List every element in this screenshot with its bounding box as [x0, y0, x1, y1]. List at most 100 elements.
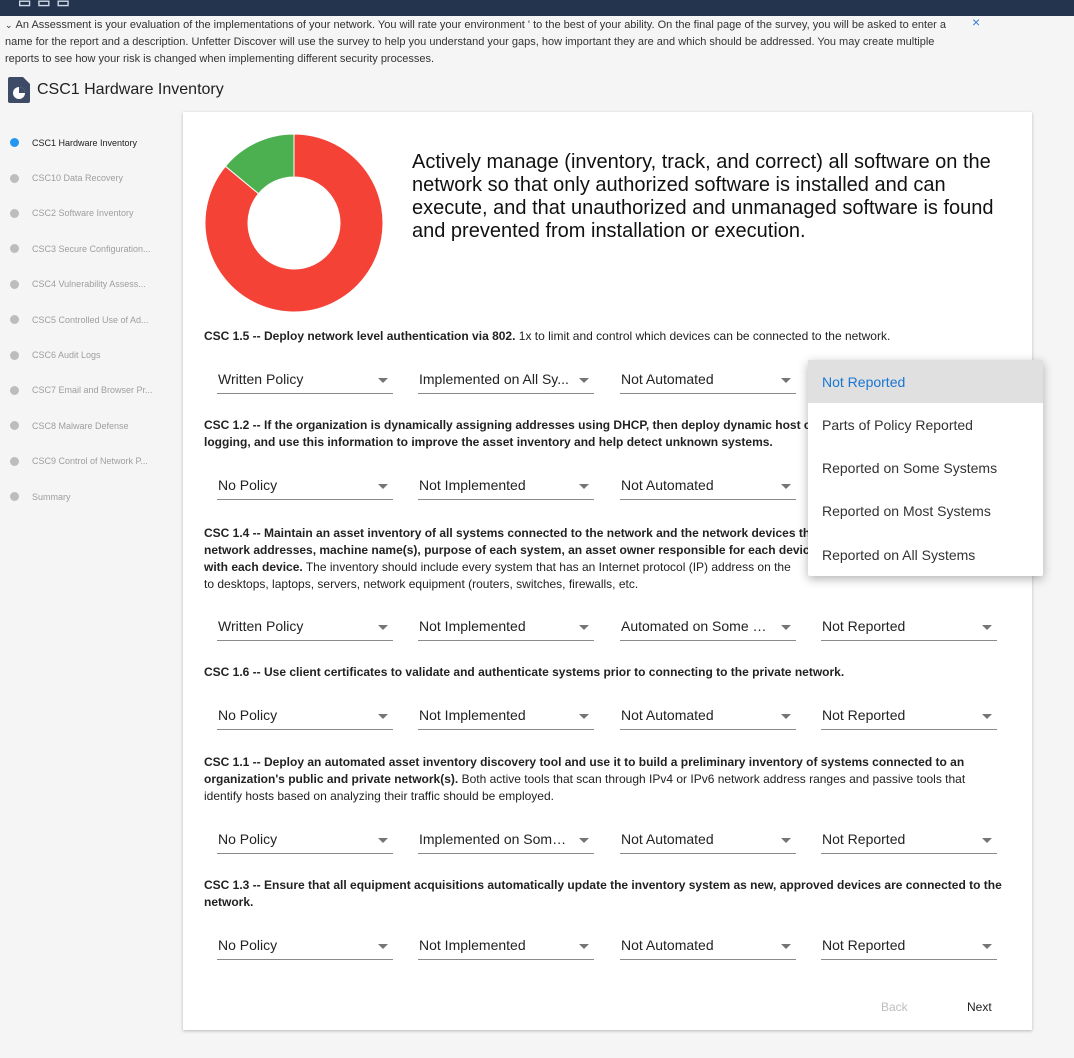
dropdown-arrow-icon — [982, 944, 992, 949]
dropdown-arrow-icon — [579, 625, 589, 630]
automation-select[interactable]: Not Automated — [620, 934, 796, 960]
page-header: CSC1 Hardware Inventory — [8, 76, 224, 104]
implementation-select[interactable]: Not Implemented — [418, 474, 594, 500]
policy-select[interactable]: No Policy — [217, 474, 393, 500]
dropdown-arrow-icon — [982, 714, 992, 719]
question-title: CSC 1.2 -- If the organization is dynami… — [204, 418, 818, 432]
select-value: No Policy — [218, 707, 278, 723]
sidebar-item-csc7[interactable]: CSC7 Email and Browser Pr... — [0, 373, 170, 408]
select-value: Not Reported — [822, 831, 906, 847]
sidebar-item-csc4[interactable]: CSC4 Vulnerability Assess... — [0, 267, 170, 302]
sidebar-item-summary[interactable]: Summary — [0, 479, 170, 514]
policy-select[interactable]: Written Policy — [217, 615, 393, 641]
implementation-select[interactable]: Implemented on All Sy... — [418, 368, 594, 394]
menu-option-reported-on-some-systems[interactable]: Reported on Some Systems — [808, 446, 1043, 489]
step-dot-icon — [10, 315, 19, 325]
info-banner: ⌄ An Assessment is your evaluation of the… — [5, 17, 965, 68]
sidebar-item-csc8[interactable]: CSC8 Malware Defense — [0, 408, 170, 443]
reporting-select[interactable]: Not Reported — [821, 934, 997, 960]
sidebar-item-csc6[interactable]: CSC6 Audit Logs — [0, 337, 170, 372]
dropdown-arrow-icon — [579, 714, 589, 719]
select-value: Not Implemented — [419, 937, 526, 953]
dropdown-arrow-icon — [579, 944, 589, 949]
sidebar-item-csc10[interactable]: CSC10 Data Recovery — [0, 160, 170, 195]
menu-option-not-reported[interactable]: Not Reported — [808, 360, 1043, 403]
dropdown-arrow-icon — [579, 838, 589, 843]
chevron-down-icon[interactable]: ⌄ — [5, 20, 13, 30]
back-button[interactable]: Back — [881, 1000, 908, 1014]
step-dot-icon — [10, 138, 19, 148]
menu-option-reported-on-all-systems[interactable]: Reported on All Systems — [808, 533, 1043, 576]
dropdown-arrow-icon — [781, 378, 791, 383]
implementation-select[interactable]: Not Implemented — [418, 615, 594, 641]
question-title: CSC 1.4 -- Maintain an asset inventory o… — [204, 526, 811, 540]
question-title-cont: network addresses, machine name(s), purp… — [204, 543, 817, 557]
app-logo: ▭▭▭ — [18, 0, 76, 10]
sidebar-item-csc1[interactable]: CSC1 Hardware Inventory — [0, 125, 170, 160]
question-title-cont: logging, and use this information to imp… — [204, 435, 773, 449]
step-dot-icon — [10, 421, 19, 431]
close-icon[interactable]: × — [972, 14, 980, 30]
sidebar-item-label: CSC3 Secure Configuration... — [32, 243, 151, 254]
automation-select[interactable]: Automated on Some S... — [620, 615, 796, 641]
dropdown-arrow-icon — [781, 838, 791, 843]
implementation-select[interactable]: Implemented on Some ... — [418, 828, 594, 854]
step-dot-icon — [10, 456, 19, 466]
select-value: Not Reported — [822, 618, 906, 634]
automation-select[interactable]: Not Automated — [620, 368, 796, 394]
automation-select[interactable]: Not Automated — [620, 828, 796, 854]
select-value: No Policy — [218, 477, 278, 493]
reporting-select[interactable]: Not Reported — [821, 828, 997, 854]
policy-select[interactable]: Written Policy — [217, 368, 393, 394]
menu-option-reported-on-most-systems[interactable]: Reported on Most Systems — [808, 489, 1043, 532]
implementation-select[interactable]: Not Implemented — [418, 934, 594, 960]
policy-select[interactable]: No Policy — [217, 704, 393, 730]
question-text: CSC 1.3 -- Ensure that all equipment acq… — [204, 877, 1004, 911]
automation-select[interactable]: Not Automated — [620, 474, 796, 500]
next-button[interactable]: Next — [967, 1000, 992, 1014]
implementation-select[interactable]: Not Implemented — [418, 704, 594, 730]
select-value: Not Automated — [621, 371, 714, 387]
question-title: CSC 1.6 -- Use client certificates to va… — [204, 665, 845, 679]
policy-select[interactable]: No Policy — [217, 934, 393, 960]
select-value: Not Automated — [621, 831, 714, 847]
select-value: Written Policy — [218, 371, 304, 387]
sidebar-item-label: Summary — [32, 491, 71, 502]
menu-option-parts-of-policy-reported[interactable]: Parts of Policy Reported — [808, 403, 1043, 446]
question-title: CSC 1.3 -- Ensure that all equipment acq… — [204, 878, 1002, 909]
reporting-select[interactable]: Not Reported — [821, 615, 997, 641]
dropdown-arrow-icon — [781, 625, 791, 630]
sidebar-item-label: CSC9 Control of Network P... — [32, 456, 148, 467]
sidebar: CSC1 Hardware Inventory CSC10 Data Recov… — [0, 125, 170, 514]
reporting-select[interactable]: Not Reported — [821, 704, 997, 730]
select-value: Not Automated — [621, 477, 714, 493]
select-value: Not Reported — [822, 937, 906, 953]
sidebar-item-csc2[interactable]: CSC2 Software Inventory — [0, 196, 170, 231]
dropdown-arrow-icon — [579, 378, 589, 383]
automation-select[interactable]: Not Automated — [620, 704, 796, 730]
step-dot-icon — [10, 385, 19, 395]
page-title: CSC1 Hardware Inventory — [37, 81, 224, 98]
dropdown-arrow-icon — [982, 838, 992, 843]
dropdown-arrow-icon — [378, 484, 388, 489]
question-text: CSC 1.5 -- Deploy network level authenti… — [204, 328, 1004, 345]
policy-select[interactable]: No Policy — [217, 828, 393, 854]
sidebar-item-label: CSC8 Malware Defense — [32, 420, 129, 431]
control-goal-text: Actively manage (inventory, track, and c… — [412, 151, 994, 242]
sidebar-item-label: CSC1 Hardware Inventory — [32, 137, 138, 148]
reporting-dropdown-menu: Not Reported Parts of Policy Reported Re… — [808, 360, 1043, 576]
dropdown-arrow-icon — [378, 838, 388, 843]
sidebar-item-label: CSC4 Vulnerability Assess... — [32, 279, 146, 290]
step-dot-icon — [10, 350, 19, 360]
step-dot-icon — [10, 492, 19, 502]
sidebar-item-csc5[interactable]: CSC5 Controlled Use of Ad... — [0, 302, 170, 337]
sidebar-item-label: CSC7 Email and Browser Pr... — [32, 385, 153, 396]
select-value: Not Automated — [621, 707, 714, 723]
dropdown-arrow-icon — [781, 484, 791, 489]
sidebar-item-csc3[interactable]: CSC3 Secure Configuration... — [0, 231, 170, 266]
question-title-cont: with each device. — [204, 560, 303, 574]
select-value: Implemented on Some ... — [419, 831, 569, 847]
sidebar-item-csc9[interactable]: CSC9 Control of Network P... — [0, 444, 170, 479]
step-dot-icon — [10, 244, 19, 254]
question-desc: The inventory should include every syste… — [302, 560, 791, 574]
